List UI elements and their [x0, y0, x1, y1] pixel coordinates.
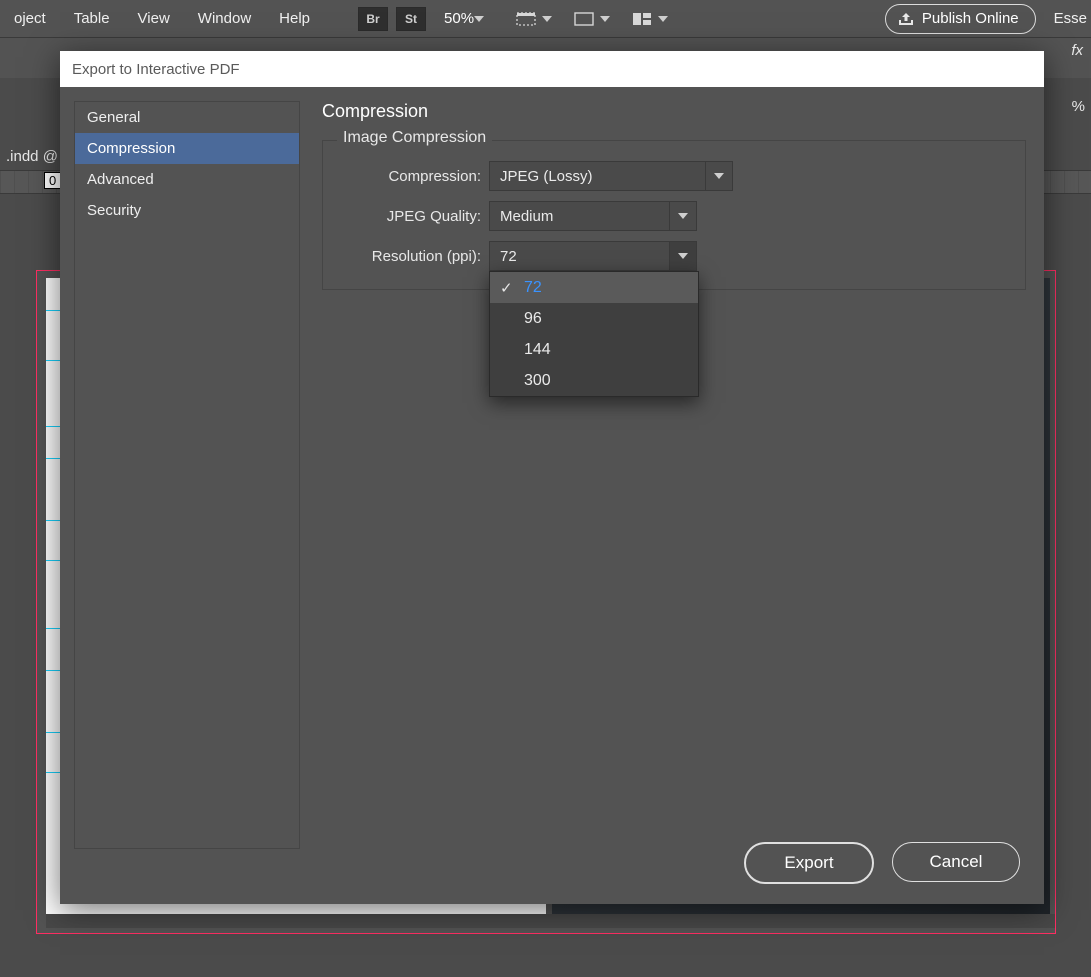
jpeg-quality-select[interactable]: Medium: [489, 201, 697, 231]
sidebar-item-general[interactable]: General: [75, 102, 299, 133]
app-menubar: oject Table View Window Help Br St 50%: [0, 0, 1091, 37]
quality-label: JPEG Quality:: [339, 208, 481, 225]
compression-select[interactable]: JPEG (Lossy): [489, 161, 733, 191]
resolution-option-300[interactable]: 300: [490, 365, 698, 396]
sidebar-item-compression[interactable]: Compression: [75, 133, 299, 164]
screen-mode-icon[interactable]: [512, 8, 540, 30]
resolution-option-144[interactable]: 144: [490, 334, 698, 365]
display-performance-icon[interactable]: [570, 8, 598, 30]
menu-table[interactable]: Table: [60, 0, 124, 37]
menu-view[interactable]: View: [124, 0, 184, 37]
image-compression-fieldset: Image Compression Compression: JPEG (Los…: [322, 140, 1026, 290]
stock-icon[interactable]: St: [396, 7, 426, 31]
resolution-dropdown: 72 96 144 300: [489, 271, 699, 397]
display-performance-dropdown-icon[interactable]: [600, 16, 626, 22]
arrange-documents-icon[interactable]: [628, 8, 656, 30]
screen-mode-dropdown-icon[interactable]: [542, 16, 568, 22]
menu-window[interactable]: Window: [184, 0, 265, 37]
menu-object[interactable]: oject: [0, 0, 60, 37]
chevron-down-icon: [669, 202, 696, 230]
fx-panel-label[interactable]: fx: [1071, 42, 1083, 59]
ruler-origin: 0: [44, 172, 61, 189]
dialog-button-row: Export Cancel: [744, 842, 1020, 884]
dialog-title: Export to Interactive PDF: [60, 51, 1044, 87]
export-pdf-dialog: Export to Interactive PDF General Compre…: [60, 51, 1044, 904]
zoom-level[interactable]: 50%: [444, 10, 474, 27]
resolution-select[interactable]: 72: [489, 241, 697, 271]
view-options-group: [510, 8, 684, 30]
arrange-documents-dropdown-icon[interactable]: [658, 16, 684, 22]
chevron-down-icon: [705, 162, 732, 190]
workspace-label[interactable]: Esse: [1054, 10, 1087, 27]
fieldset-legend: Image Compression: [337, 129, 492, 147]
sidebar-item-security[interactable]: Security: [75, 195, 299, 226]
resolution-value: 72: [490, 248, 669, 265]
bridge-icon[interactable]: Br: [358, 7, 388, 31]
chevron-down-icon: [669, 242, 696, 270]
menu-help[interactable]: Help: [265, 0, 324, 37]
resolution-label: Resolution (ppi):: [339, 248, 481, 265]
resolution-option-96[interactable]: 96: [490, 303, 698, 334]
dialog-sidebar: General Compression Advanced Security: [74, 101, 300, 849]
compression-label: Compression:: [339, 168, 481, 185]
quality-value: Medium: [490, 208, 669, 225]
page-footer-overlay: [46, 914, 1055, 928]
publish-online-button[interactable]: Publish Online: [885, 4, 1036, 34]
upload-icon: [898, 12, 914, 26]
panel-heading: Compression: [322, 101, 1026, 122]
publish-online-label: Publish Online: [922, 10, 1019, 27]
cancel-button[interactable]: Cancel: [892, 842, 1020, 882]
compression-value: JPEG (Lossy): [490, 168, 705, 185]
dialog-main: Compression Image Compression Compressio…: [300, 87, 1044, 904]
zoom-dropdown-icon[interactable]: [474, 16, 500, 22]
document-tab[interactable]: .indd @: [0, 144, 64, 169]
opacity-label: %: [1072, 98, 1085, 115]
resolution-option-72[interactable]: 72: [490, 272, 698, 303]
sidebar-item-advanced[interactable]: Advanced: [75, 164, 299, 195]
export-button[interactable]: Export: [744, 842, 874, 884]
